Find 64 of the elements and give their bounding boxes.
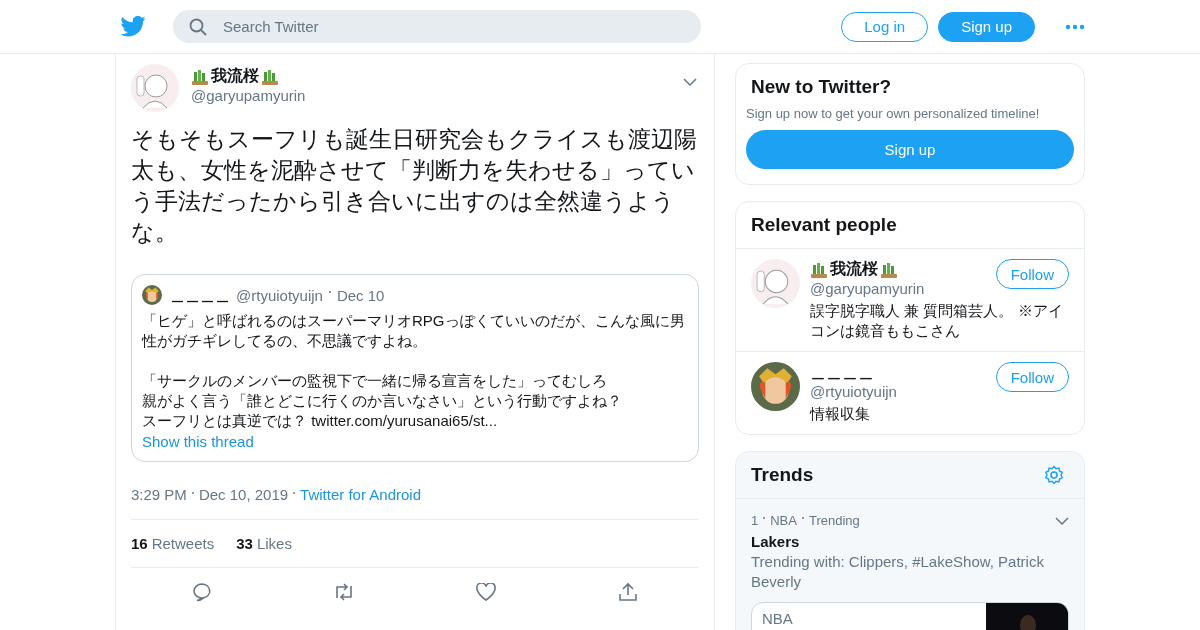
retweet-icon[interactable] xyxy=(333,582,355,602)
card-title: Trends xyxy=(750,463,815,487)
stat-label: Retweets xyxy=(151,535,215,552)
avatar xyxy=(751,362,800,411)
card-title: Relevant people xyxy=(750,213,898,237)
avatar xyxy=(131,64,179,112)
separator-dot xyxy=(191,492,194,494)
news-source: NBA xyxy=(761,609,794,629)
bamboo-icon xyxy=(261,68,279,85)
bio-text: 誤字脱字職人 兼 質問箱芸人。 ※アイコンは鏡音ももこさん xyxy=(810,301,1064,341)
trend-name: Lakers xyxy=(751,533,801,550)
quoted-text: 「サークルのメンバーの監視下で一緒に帰る宣言をした」ってむしろ xyxy=(142,371,608,391)
author-handle: @garyupamyurin xyxy=(810,280,926,297)
stat-label: Likes xyxy=(256,535,292,552)
bird-logo[interactable] xyxy=(120,16,146,37)
avatar xyxy=(751,259,800,308)
stat-count: 33 xyxy=(236,535,253,552)
author-name: 我流桜 xyxy=(211,66,259,86)
share-icon[interactable] xyxy=(618,582,638,602)
tweet-date: Dec 10, 2019 xyxy=(198,486,289,503)
quoted-author-name: ＿＿＿＿ xyxy=(170,285,230,305)
heart-icon[interactable] xyxy=(476,583,496,601)
trend-context: Trending with: Clippers, #LakeShow, Patrick Beverly xyxy=(751,552,1045,592)
signup-button[interactable]: Sign up xyxy=(938,11,1035,42)
tweet-text: そもそもスーフリも誕生日研究会もクライスも渡辺陽太も、女性を泥酔させて「判断力を失わせる」っていう手法だったから引き合いに出すのは全然違うような。 xyxy=(131,125,698,247)
signup-prompt: Sign up now to get your own personalized timeline! xyxy=(745,106,1041,121)
show-thread-link[interactable]: Show this thread xyxy=(142,433,254,450)
bamboo-icon xyxy=(810,261,828,278)
quoted-author-handle: @rtyuiotyuijn xyxy=(236,286,323,304)
trend-rank: 1 xyxy=(751,512,759,528)
quoted-date: Dec 10 xyxy=(336,286,385,304)
source-link[interactable]: Twitter for Android xyxy=(300,486,421,503)
trend-category: NBA xyxy=(770,512,797,528)
follow-button[interactable]: Follow xyxy=(995,362,1069,392)
separator-dot xyxy=(801,517,804,519)
signup-button[interactable]: Sign up xyxy=(746,130,1074,169)
stat-count: 16 xyxy=(131,535,148,552)
chevron-down-icon[interactable] xyxy=(683,78,697,86)
bamboo-icon xyxy=(880,261,898,278)
search-field[interactable]: Search Twitter xyxy=(173,10,701,43)
follow-button[interactable]: Follow xyxy=(995,259,1069,289)
author-name: ＿＿＿＿ xyxy=(810,362,875,382)
tweet-time: 3:29 PM xyxy=(131,486,187,503)
more-icon[interactable] xyxy=(1065,23,1085,30)
quoted-text: スーフリとは真逆では？ twitter.com/yurusanai65/st... xyxy=(142,411,499,431)
author-name: 我流桜 xyxy=(830,259,878,279)
avatar xyxy=(142,285,162,305)
author-handle: @rtyuiotyuijn xyxy=(810,383,898,400)
quoted-text: 親がよく言う「誰とどこに行くのか言いなさい」という行動ですよね？ xyxy=(142,391,623,411)
bamboo-icon xyxy=(191,68,209,85)
chevron-down-icon[interactable] xyxy=(1055,517,1069,525)
trend-status: Trending xyxy=(808,512,860,528)
settings-icon[interactable] xyxy=(1044,465,1064,485)
separator-dot xyxy=(293,492,296,494)
card-title: New to Twitter? xyxy=(750,75,893,99)
login-button[interactable]: Log in xyxy=(841,11,929,42)
quoted-text: 「ヒゲ」と呼ばれるのはスーパーマリオRPGっぽくていいのだが、こんな風に男性がガチギレしてるの、不思議ですよね。 xyxy=(142,311,686,351)
separator-dot xyxy=(763,517,766,519)
separator-dot xyxy=(328,291,331,293)
reply-icon[interactable] xyxy=(192,582,212,602)
author-handle: @garyupamyurin xyxy=(191,87,307,104)
search-input[interactable]: Search Twitter xyxy=(221,17,701,36)
bio-text: 情報収集 xyxy=(810,404,871,424)
search-icon xyxy=(189,17,207,36)
